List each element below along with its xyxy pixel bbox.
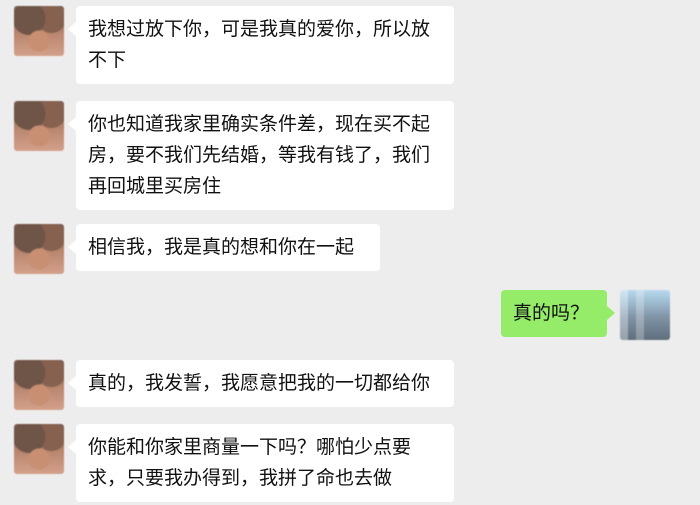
message-bubble: 你能和你家里商量一下吗？哪怕少点要求，只要我办得到，我拼了命也去做 [68,424,454,502]
message-bubble: 真的，我发誓，我愿意把我的一切都给你 [68,360,454,407]
chat-message-list: 我想过放下你，可是我真的爱你，所以放不下 你也知道我家里确实条件差，现在买不起房… [0,0,700,505]
contact-avatar[interactable] [14,6,64,56]
message-bubble-self: 真的吗？ [501,290,615,337]
self-avatar[interactable] [620,290,670,340]
contact-avatar[interactable] [14,424,64,474]
contact-avatar[interactable] [14,224,64,274]
message-bubble: 你也知道我家里确实条件差，现在买不起房，要不我们先结婚，等我有钱了，我们再回城里… [68,101,454,210]
contact-avatar[interactable] [14,360,64,410]
contact-avatar[interactable] [14,101,64,151]
message-bubble: 相信我，我是真的想和你在一起 [68,224,380,271]
message-bubble: 我想过放下你，可是我真的爱你，所以放不下 [68,6,454,84]
